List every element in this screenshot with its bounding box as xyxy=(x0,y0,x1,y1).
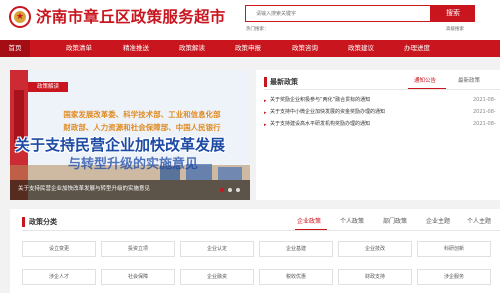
category-item[interactable]: 税收优惠 xyxy=(259,269,333,285)
category-item[interactable]: 投资立项 xyxy=(101,241,175,257)
section-marker xyxy=(22,217,25,227)
nav-item-home[interactable]: 首页 xyxy=(0,40,30,57)
nav-item-policy-interpretation[interactable]: 政策解读 xyxy=(167,40,217,57)
active-tab-indicator xyxy=(295,229,327,230)
site-emblem-icon: ★ xyxy=(9,6,31,28)
category-item[interactable]: 企业基建 xyxy=(259,241,333,257)
tab-personal-theme[interactable]: 个人主题 xyxy=(467,216,491,227)
tab-personal-policy[interactable]: 个人政策 xyxy=(340,216,364,227)
carousel-headline: 关于支持民营企业加快改革发展 xyxy=(15,136,226,154)
nav-item-policy-list[interactable]: 政策清单 xyxy=(54,40,104,57)
policy-carousel[interactable]: 政策解读 国家发展改革委、科学技术部、工业和信息化部 财政部、人力资源和社会保障… xyxy=(10,70,250,200)
category-item[interactable]: 涉企服务 xyxy=(417,269,491,285)
advanced-search-link[interactable]: 高级搜索 xyxy=(446,26,464,32)
tab-department-policy[interactable]: 部门政策 xyxy=(383,216,407,227)
search-button[interactable]: 搜索 xyxy=(431,5,475,22)
hot-search-label: 热门搜索： xyxy=(246,27,269,32)
latest-policy-title: 最新政策 xyxy=(270,78,298,86)
policy-date: 2021-08- xyxy=(473,121,496,127)
bullet-icon: ▸ xyxy=(264,122,267,128)
main-nav: 首页 政策清单 精准推送 政策解读 政策申报 政策咨询 政策建议 办理进度 xyxy=(0,40,500,57)
nav-item-policy-application[interactable]: 政策申报 xyxy=(223,40,273,57)
policy-divider xyxy=(264,89,500,90)
carousel-orgs-line1: 国家发展改革委、科学技术部、工业和信息化部 xyxy=(63,110,221,119)
policy-date: 2021-08- xyxy=(473,109,496,115)
search-input[interactable] xyxy=(245,5,431,22)
list-item[interactable]: ▸ 关于支持中小微企业加快发展的资金奖励办理的通知 2021-08- xyxy=(264,108,500,117)
category-item[interactable]: 企业融资 xyxy=(180,269,254,285)
category-item[interactable]: 设立变更 xyxy=(22,241,96,257)
section-marker xyxy=(264,77,267,87)
nav-item-policy-suggestion[interactable]: 政策建议 xyxy=(336,40,386,57)
carousel-dot[interactable] xyxy=(220,188,224,192)
category-item[interactable]: 科研创新 xyxy=(417,241,491,257)
site-title[interactable]: 济南市章丘区政策服务超市 xyxy=(36,6,226,28)
policy-link[interactable]: 关于奖励企业积极参与“两化”融合贯标的通知 xyxy=(270,96,370,105)
bullet-icon: ▸ xyxy=(264,98,267,104)
category-item[interactable]: 财政支持 xyxy=(338,269,412,285)
nav-item-policy-consulting[interactable]: 政策咨询 xyxy=(280,40,330,57)
tab-enterprise-policy[interactable]: 企业政策 xyxy=(297,216,321,227)
carousel-headline-line2: 与转型升级的实施意见 xyxy=(68,157,199,172)
list-item[interactable]: ▸ 关于支持建设高水平研发机构奖励办理的通知 2021-08- xyxy=(264,120,500,129)
category-item[interactable]: 涉企人才 xyxy=(22,269,96,285)
policy-category-title: 政策分类 xyxy=(29,218,57,226)
policy-date: 2021-08- xyxy=(473,97,496,103)
tab-notice[interactable]: 通知公告 xyxy=(414,76,436,86)
category-item[interactable]: 社会保障 xyxy=(101,269,175,285)
tab-latest-policy[interactable]: 最新政策 xyxy=(458,76,480,86)
category-divider xyxy=(22,230,500,231)
carousel-dot[interactable] xyxy=(236,188,240,192)
nav-item-precise-push[interactable]: 精准推送 xyxy=(111,40,161,57)
nav-item-progress[interactable]: 办理进度 xyxy=(392,40,442,57)
category-item[interactable]: 企业认定 xyxy=(180,241,254,257)
carousel-dot[interactable] xyxy=(228,188,232,192)
bullet-icon: ▸ xyxy=(264,110,267,116)
policy-link[interactable]: 关于支持中小微企业加快发展的资金奖励办理的通知 xyxy=(270,108,385,117)
policy-link[interactable]: 关于支持建设高水平研发机构奖励办理的通知 xyxy=(270,120,370,129)
carousel-orgs: 国家发展改革委、科学技术部、工业和信息化部 财政部、人力资源和社会保障部、中国人… xyxy=(36,108,248,134)
category-item[interactable]: 企业技改 xyxy=(338,241,412,257)
list-item[interactable]: ▸ 关于奖励企业积极参与“两化”融合贯标的通知 2021-08- xyxy=(264,96,500,105)
active-tab-indicator xyxy=(408,88,446,89)
tab-enterprise-theme[interactable]: 企业主题 xyxy=(426,216,450,227)
carousel-orgs-line2: 财政部、人力资源和社会保障部、中国人民银行 xyxy=(63,123,221,132)
carousel-caption[interactable]: 关于支持民营企业加快改革发展与转型升级的实施意见 xyxy=(18,184,150,194)
carousel-tag: 政策解读 xyxy=(28,82,68,92)
